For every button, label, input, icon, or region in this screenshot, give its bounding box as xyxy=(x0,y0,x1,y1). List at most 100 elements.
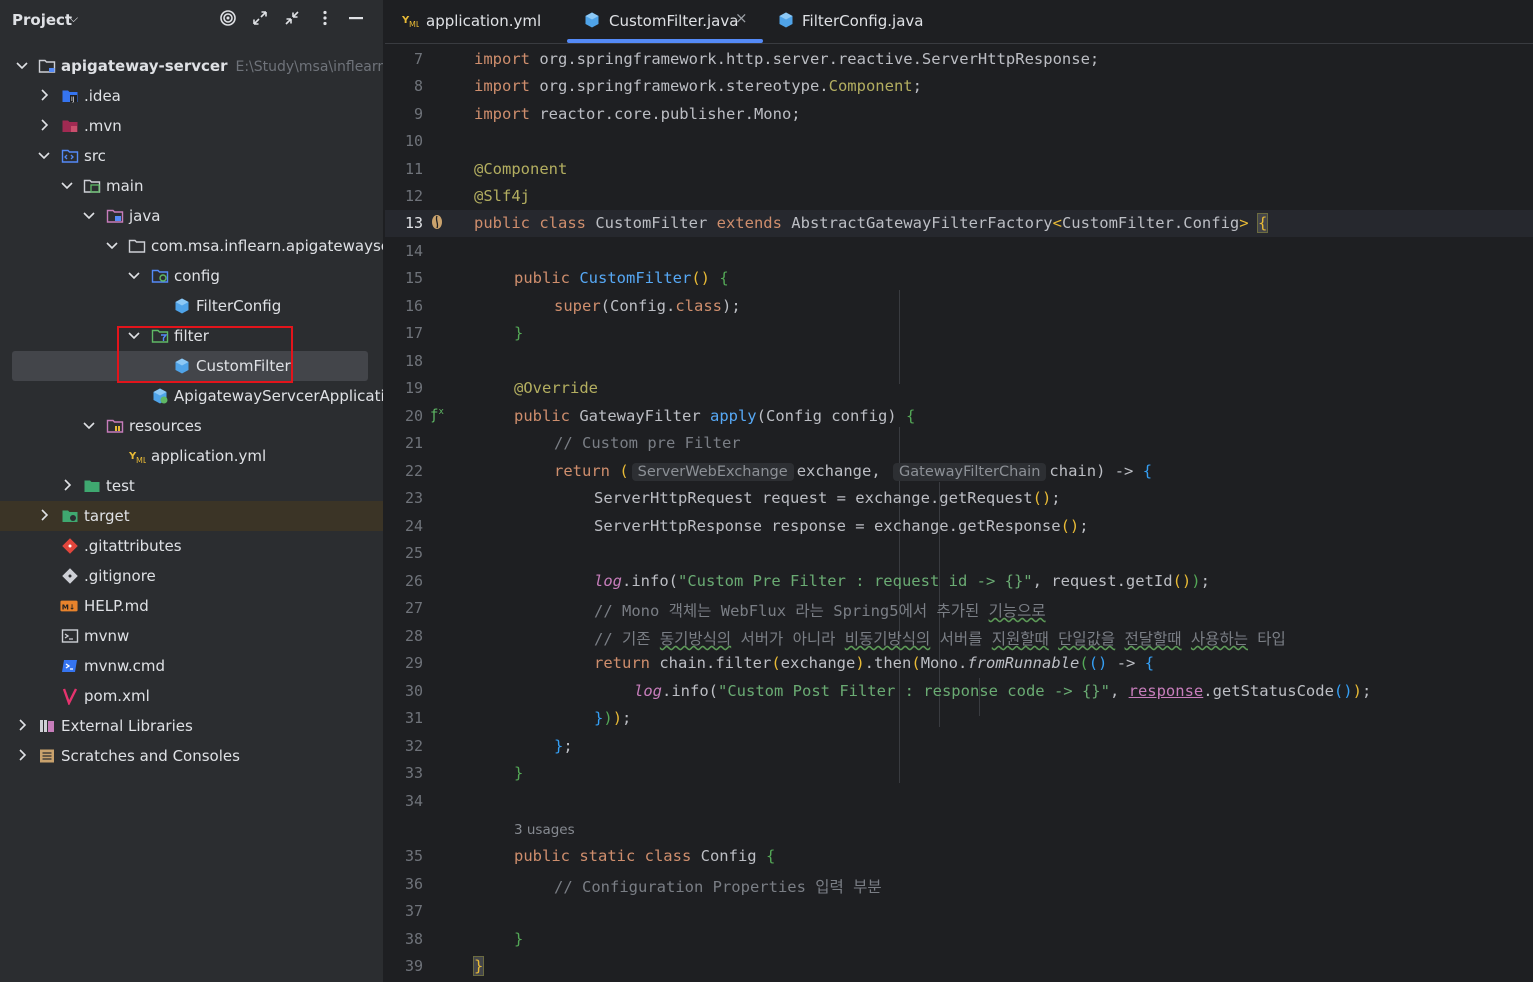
code-line-current[interactable]: 13 public class CustomFilter extends Abst… xyxy=(385,210,1533,237)
code-line[interactable]: 16 super(Config.class); xyxy=(385,293,1533,320)
code-line[interactable]: 38} xyxy=(385,926,1533,953)
chevron-right-icon[interactable] xyxy=(36,87,52,103)
close-icon[interactable]: × xyxy=(735,9,748,27)
override-gutter-icon[interactable]: ƒx xyxy=(430,407,444,424)
line-number: 35 xyxy=(404,847,423,865)
code-line[interactable]: 26 log.info("Custom Pre Filter : request … xyxy=(385,568,1533,595)
tab-customfilter-java[interactable]: CustomFilter.java × xyxy=(583,0,763,43)
usages-hint[interactable]: 3 usages xyxy=(514,822,575,838)
tree-item-resources[interactable]: resources xyxy=(0,411,383,441)
collapse-all-icon[interactable] xyxy=(282,9,302,29)
line-number: 29 xyxy=(404,654,423,672)
tree-item-package-root[interactable]: com.msa.inflearn.apigatewayservce xyxy=(0,231,383,261)
tab-application-yml[interactable]: Y ML application.yml xyxy=(401,0,561,43)
code-editor[interactable]: 7 import org.springframework.http.server.… xyxy=(385,44,1533,982)
options-menu-icon[interactable] xyxy=(315,9,335,29)
code-line[interactable]: 9 import reactor.core.publisher.Mono; xyxy=(385,101,1533,128)
code-line[interactable]: 10 xyxy=(385,128,1533,155)
code-line[interactable]: 28 // 기존 동기방식의 서버가 아니라 비동기방식의 서버를 지원할때 단일… xyxy=(385,623,1533,650)
code-line[interactable]: 33} xyxy=(385,760,1533,787)
code-line[interactable]: 20 ƒx public GatewayFilter apply(Config co… xyxy=(385,403,1533,430)
java-class-icon xyxy=(175,358,189,374)
code-line[interactable]: 32}; xyxy=(385,733,1533,760)
tree-item-mvnw-cmd[interactable]: mvnw.cmd xyxy=(0,651,383,681)
code-line[interactable]: 29 return chain.filter(exchange).then(Mon… xyxy=(385,650,1533,677)
code-line[interactable]: 27 // Mono 객체는 WebFlux 라는 Spring5에서 추가된 기… xyxy=(385,595,1533,622)
code-line[interactable]: 30 log.info("Custom Post Filter : respons… xyxy=(385,678,1533,705)
tree-item-filter[interactable]: filter xyxy=(0,321,383,351)
project-view-selector[interactable]: Project xyxy=(12,11,72,29)
chevron-down-icon[interactable] xyxy=(126,267,142,283)
tree-item-pom-xml[interactable]: pom.xml xyxy=(0,681,383,711)
code-line[interactable]: 11 @Component xyxy=(385,156,1533,183)
code-line[interactable]: 35 public static class Config { xyxy=(385,843,1533,870)
tree-item-scratches[interactable]: Scratches and Consoles xyxy=(0,741,383,771)
chevron-right-icon[interactable] xyxy=(59,477,75,493)
code-line[interactable]: 23 ServerHttpRequest request = exchange.g… xyxy=(385,485,1533,512)
line-number: 25 xyxy=(404,544,423,562)
parameter-type-hint: ServerWebExchange xyxy=(631,463,794,481)
chevron-right-icon[interactable] xyxy=(14,717,30,733)
tree-item-target[interactable]: target xyxy=(0,501,383,531)
gitignore-file-icon xyxy=(62,568,78,584)
tree-item-config[interactable]: config xyxy=(0,261,383,291)
expand-all-icon[interactable] xyxy=(250,9,270,29)
tree-item-gitattributes[interactable]: .gitattributes xyxy=(0,531,383,561)
code-line[interactable]: 37 xyxy=(385,898,1533,925)
chevron-down-icon[interactable] xyxy=(59,177,75,193)
code-line[interactable]: 17} xyxy=(385,320,1533,347)
code-line[interactable]: 31})); xyxy=(385,705,1533,732)
code-line[interactable]: 34 xyxy=(385,788,1533,815)
code-text: @Slf4j xyxy=(474,187,530,205)
code-line[interactable]: 36 // Configuration Properties 입력 부분 xyxy=(385,871,1533,898)
usages-inlay[interactable]: 3 usages xyxy=(385,816,1533,843)
tab-filterconfig-java[interactable]: FilterConfig.java xyxy=(777,0,937,43)
chevron-right-icon[interactable] xyxy=(14,747,30,763)
chevron-right-icon[interactable] xyxy=(36,117,52,133)
tree-item-mvn[interactable]: .mvn xyxy=(0,111,383,141)
code-line[interactable]: 7 import org.springframework.http.server.… xyxy=(385,46,1533,73)
chevron-down-icon[interactable] xyxy=(81,207,97,223)
tree-item-external-libraries[interactable]: External Libraries xyxy=(0,711,383,741)
tree-item-idea[interactable]: IJ .idea xyxy=(0,81,383,111)
tree-item-test[interactable]: test xyxy=(0,471,383,501)
tree-item-label: src xyxy=(84,147,106,165)
chevron-down-icon[interactable] xyxy=(81,417,97,433)
tree-item-gitignore[interactable]: .gitignore xyxy=(0,561,383,591)
tree-item-src[interactable]: src xyxy=(0,141,383,171)
tree-item-main[interactable]: main xyxy=(0,171,383,201)
code-line[interactable]: 14 xyxy=(385,238,1533,265)
code-line[interactable]: 12 @Slf4j xyxy=(385,183,1533,210)
tree-item-application-yml[interactable]: Y ML application.yml xyxy=(0,441,383,471)
chevron-down-icon[interactable] xyxy=(126,327,142,343)
tree-item-application-class[interactable]: ApigatewayServcerApplication xyxy=(0,381,383,411)
locate-file-icon[interactable] xyxy=(218,9,238,29)
tree-item-customfilter[interactable]: CustomFilter xyxy=(12,351,368,381)
code-line[interactable]: 18 xyxy=(385,348,1533,375)
code-text: } xyxy=(514,764,524,782)
bean-gutter-icon[interactable] xyxy=(430,214,444,234)
hide-panel-icon[interactable] xyxy=(346,9,366,29)
code-line[interactable]: 25 xyxy=(385,540,1533,567)
chevron-down-icon[interactable] xyxy=(104,237,120,253)
code-line[interactable]: 22 return (ServerWebExchange exchange, Gat… xyxy=(385,458,1533,485)
tree-item-apigateway-servcer[interactable]: apigateway-servcer E:\Study\msa\inflearn\… xyxy=(0,51,383,81)
chevron-down-icon[interactable] xyxy=(14,57,30,73)
code-line[interactable]: 21 // Custom pre Filter xyxy=(385,430,1533,457)
chevron-down-icon[interactable]: ⌵ xyxy=(69,11,78,26)
tree-item-filterconfig[interactable]: FilterConfig xyxy=(0,291,383,321)
code-text: log.info("Custom Pre Filter : request id… xyxy=(594,572,1210,590)
code-line[interactable]: 24 ServerHttpResponse response = exchange… xyxy=(385,513,1533,540)
code-text: ServerHttpRequest request = exchange.get… xyxy=(594,489,1061,507)
line-number: 31 xyxy=(404,709,423,727)
tree-item-java[interactable]: java xyxy=(0,201,383,231)
tree-item-mvnw[interactable]: mvnw xyxy=(0,621,383,651)
code-line[interactable]: 39} xyxy=(385,953,1533,980)
code-line[interactable]: 8 import org.springframework.stereotype.C… xyxy=(385,73,1533,100)
chevron-right-icon[interactable] xyxy=(36,507,52,523)
code-line[interactable]: 15 public CustomFilter() { xyxy=(385,265,1533,292)
code-text: } xyxy=(514,930,524,948)
code-line[interactable]: 19 @Override xyxy=(385,375,1533,402)
chevron-down-icon[interactable] xyxy=(36,147,52,163)
tree-item-help-md[interactable]: M↓ HELP.md xyxy=(0,591,383,621)
